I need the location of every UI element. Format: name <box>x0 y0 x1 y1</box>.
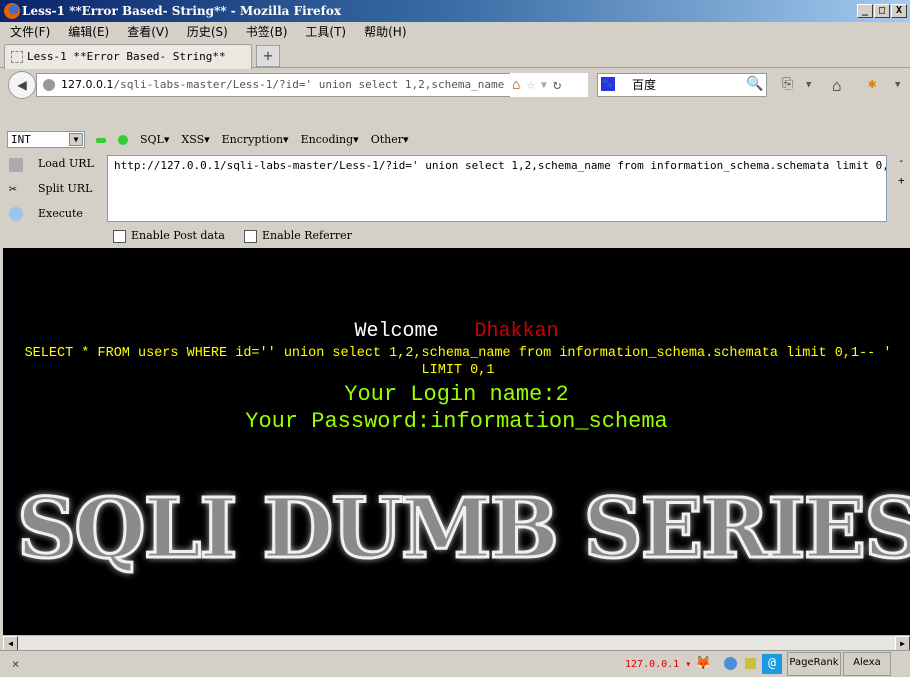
menu-file[interactable]: 文件(F) <box>10 22 50 42</box>
hackbar-panel: INT ▼ SQL▾ XSS▾ Encryption▾ Encoding▾ Oth… <box>0 128 910 248</box>
enable-post-label: Enable Post data <box>131 229 225 242</box>
tab-strip: Less-1 **Error Based- String** + <box>0 42 910 69</box>
firefox-icon <box>4 3 20 19</box>
login-name-text: Your Login name:2 <box>344 382 569 407</box>
status-bar: × 127.0.0.1 ▾ 🦊 @ PageRank Alexa <box>0 650 910 677</box>
dropdown-icon[interactable]: ▼ <box>541 80 547 91</box>
password-text: Your Password:information_schema <box>245 409 668 434</box>
menu-xss[interactable]: XSS▾ <box>181 131 209 148</box>
execute-button[interactable]: Execute <box>38 207 83 220</box>
addon-icon[interactable] <box>745 658 756 669</box>
window-title: Less-1 **Error Based- String** - Mozilla… <box>22 4 341 18</box>
sqli-dumb-series-logo: SQLI DUMB SERIES <box>15 481 910 577</box>
welcome-text: Welcome <box>354 320 439 343</box>
menu-bar: 文件(F) 编辑(E) 查看(V) 历史(S) 书签(B) 工具(T) 帮助(H… <box>0 22 910 42</box>
split-url-button[interactable]: Split URL <box>38 182 92 195</box>
load-url-icon <box>9 158 23 172</box>
menu-bookmarks[interactable]: 书签(B) <box>246 22 288 42</box>
enable-post-checkbox[interactable] <box>113 230 126 243</box>
sql-query-text: SELECT * FROM users WHERE id='' union se… <box>24 346 892 378</box>
hackbar-menu: SQL▾ XSS▾ Encryption▾ Encoding▾ Other▾ <box>96 131 409 148</box>
menu-other[interactable]: Other▾ <box>371 131 409 148</box>
search-input[interactable]: 百度 <box>597 73 767 97</box>
load-url-button[interactable]: Load URL <box>38 157 94 170</box>
globe-addon-icon[interactable] <box>724 657 737 670</box>
url-host: 127.0.0.1 <box>61 78 114 91</box>
tab-label: Less-1 **Error Based- String** <box>27 50 226 63</box>
enable-referrer-checkbox[interactable] <box>244 230 257 243</box>
bookmark-star-icon[interactable]: ☆ <box>526 77 534 93</box>
page-content: Welcome Dhakkan SELECT * FROM users WHERE… <box>3 248 910 635</box>
reload-icon[interactable]: ↻ <box>553 77 561 93</box>
minus-icon[interactable] <box>96 138 106 143</box>
minimize-button[interactable]: _ <box>857 4 873 18</box>
downloads-icon[interactable]: ⎘ <box>782 76 793 92</box>
alexa-panel[interactable]: Alexa <box>843 652 891 676</box>
site-identity-icon[interactable] <box>43 79 55 91</box>
username-text: Dhakkan <box>474 320 559 343</box>
close-button[interactable]: X <box>891 4 907 18</box>
chevron-down-icon: ▼ <box>69 133 83 146</box>
expand-button[interactable]: + <box>898 174 905 187</box>
scroll-right-icon[interactable]: ▶ <box>895 636 910 651</box>
welcome-line: Welcome Dhakkan <box>3 320 910 343</box>
pagerank-panel[interactable]: PageRank <box>787 652 841 676</box>
scissors-icon: ✂ <box>9 182 17 197</box>
fox-addon-icon[interactable]: 🦊 <box>695 656 711 671</box>
url-path: /sqli-labs-master/Less-1/?id=' union sel… <box>113 78 551 91</box>
menu-encryption[interactable]: Encryption▾ <box>222 131 289 148</box>
url-bar-icons: ⌂ ☆ ▼ ↻ <box>510 73 588 97</box>
tab-less-1[interactable]: Less-1 **Error Based- String** <box>4 44 252 69</box>
title-bar: Less-1 **Error Based- String** - Mozilla… <box>0 0 910 22</box>
select-value: INT <box>11 133 31 146</box>
home-icon[interactable]: ⌂ <box>832 76 842 95</box>
url-bar[interactable]: 127.0.0.1/sqli-labs-master/Less-1/?id=' … <box>36 73 588 97</box>
back-button[interactable]: ◀ <box>8 71 36 99</box>
plus-icon[interactable] <box>118 135 128 145</box>
enable-referrer-label: Enable Referrer <box>262 229 352 242</box>
menu-sql[interactable]: SQL▾ <box>140 131 169 148</box>
menu-encoding[interactable]: Encoding▾ <box>301 131 359 148</box>
chevron-down-icon[interactable]: ▼ <box>895 80 900 90</box>
horizontal-scrollbar[interactable]: ◀ ▶ <box>3 635 910 651</box>
page-icon <box>11 51 23 63</box>
menu-history[interactable]: 历史(S) <box>187 22 228 42</box>
chevron-down-icon[interactable]: ▼ <box>806 80 811 90</box>
close-findbar-button[interactable]: × <box>12 657 19 671</box>
maximize-button[interactable]: □ <box>874 4 890 18</box>
back-arrow-icon: ◀ <box>17 75 27 94</box>
menu-tools[interactable]: 工具(T) <box>305 22 346 42</box>
firebug-icon[interactable]: ✱ <box>868 76 876 92</box>
at-addon-icon[interactable]: @ <box>762 654 782 674</box>
type-select[interactable]: INT ▼ <box>7 131 85 148</box>
home-page-icon[interactable]: ⌂ <box>512 77 520 93</box>
execute-icon <box>9 207 23 221</box>
menu-view[interactable]: 查看(V) <box>127 22 169 42</box>
scroll-left-icon[interactable]: ◀ <box>3 636 18 651</box>
navigation-bar: 127.0.0.1/sqli-labs-master/Less-1/?id=' … <box>0 68 910 102</box>
ip-address-indicator[interactable]: 127.0.0.1 ▾ <box>625 659 691 670</box>
menu-help[interactable]: 帮助(H) <box>364 22 406 42</box>
hackbar-url-textarea[interactable]: http://127.0.0.1/sqli-labs-master/Less-1… <box>107 155 887 222</box>
shrink-button[interactable]: - <box>898 154 905 167</box>
menu-edit[interactable]: 编辑(E) <box>68 22 109 42</box>
baidu-engine-icon[interactable]: 🐾 <box>601 77 615 91</box>
search-icon[interactable]: 🔍 <box>746 76 763 92</box>
new-tab-button[interactable]: + <box>256 45 280 67</box>
